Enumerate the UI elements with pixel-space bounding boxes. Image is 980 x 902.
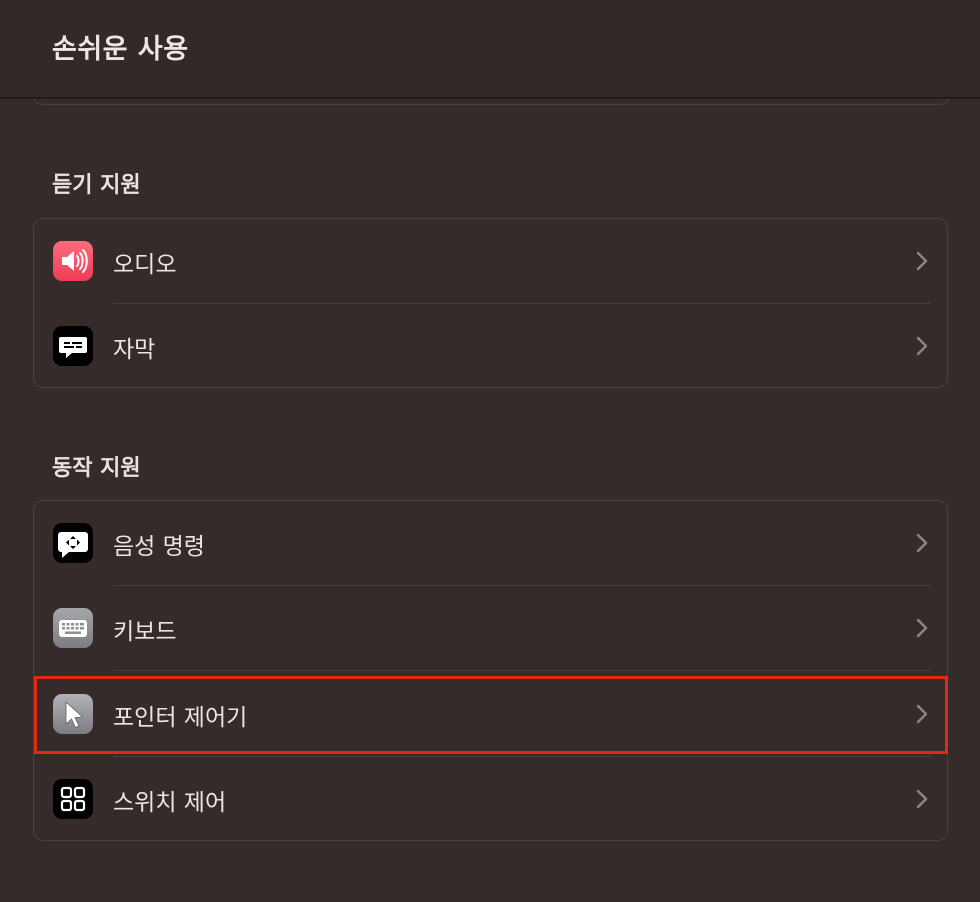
row-divider <box>113 670 931 671</box>
pointer-icon <box>53 694 93 734</box>
chevron-right-icon <box>916 251 928 271</box>
voice-control-label: 음성 명령 <box>113 534 205 560</box>
chevron-right-icon <box>916 704 928 724</box>
chevron-right-icon <box>916 336 928 356</box>
section-header-motor: 동작 지원 <box>52 456 141 481</box>
page-title: 손쉬운 사용 <box>52 34 189 65</box>
list-item-voice-control[interactable]: 음성 명령 <box>34 501 947 586</box>
keyboard-icon <box>53 608 93 648</box>
list-item-captions[interactable]: 자막 <box>34 304 947 389</box>
pointer-control-label: 포인터 제어기 <box>113 705 248 731</box>
voice-control-icon <box>53 523 93 563</box>
section-header-hearing: 듣기 지원 <box>52 173 141 198</box>
title-bar: 손쉬운 사용 <box>0 0 980 98</box>
list-item-switch-control[interactable]: 스위치 제어 <box>34 757 947 842</box>
keyboard-label: 키보드 <box>113 619 177 645</box>
switch-control-icon <box>53 779 93 819</box>
switch-control-label: 스위치 제어 <box>113 790 227 816</box>
captions-bubble-icon <box>53 326 93 366</box>
hearing-group: 오디오 자막 <box>33 218 948 388</box>
audio-label: 오디오 <box>113 252 177 278</box>
list-item-keyboard[interactable]: 키보드 <box>34 586 947 671</box>
captions-label: 자막 <box>113 337 156 363</box>
list-item-pointer-control[interactable]: 포인터 제어기 <box>34 672 947 757</box>
accessibility-settings-page: 손쉬운 사용 듣기 지원 오디오 자막 동작 지원 음성 명령 키보드 포인터 … <box>0 0 980 902</box>
motor-group: 음성 명령 키보드 포인터 제어기 스위치 제어 <box>33 500 948 841</box>
chevron-right-icon <box>916 533 928 553</box>
chevron-right-icon <box>916 789 928 809</box>
list-item-audio[interactable]: 오디오 <box>34 219 947 304</box>
chevron-right-icon <box>916 618 928 638</box>
speaker-icon <box>53 241 93 281</box>
